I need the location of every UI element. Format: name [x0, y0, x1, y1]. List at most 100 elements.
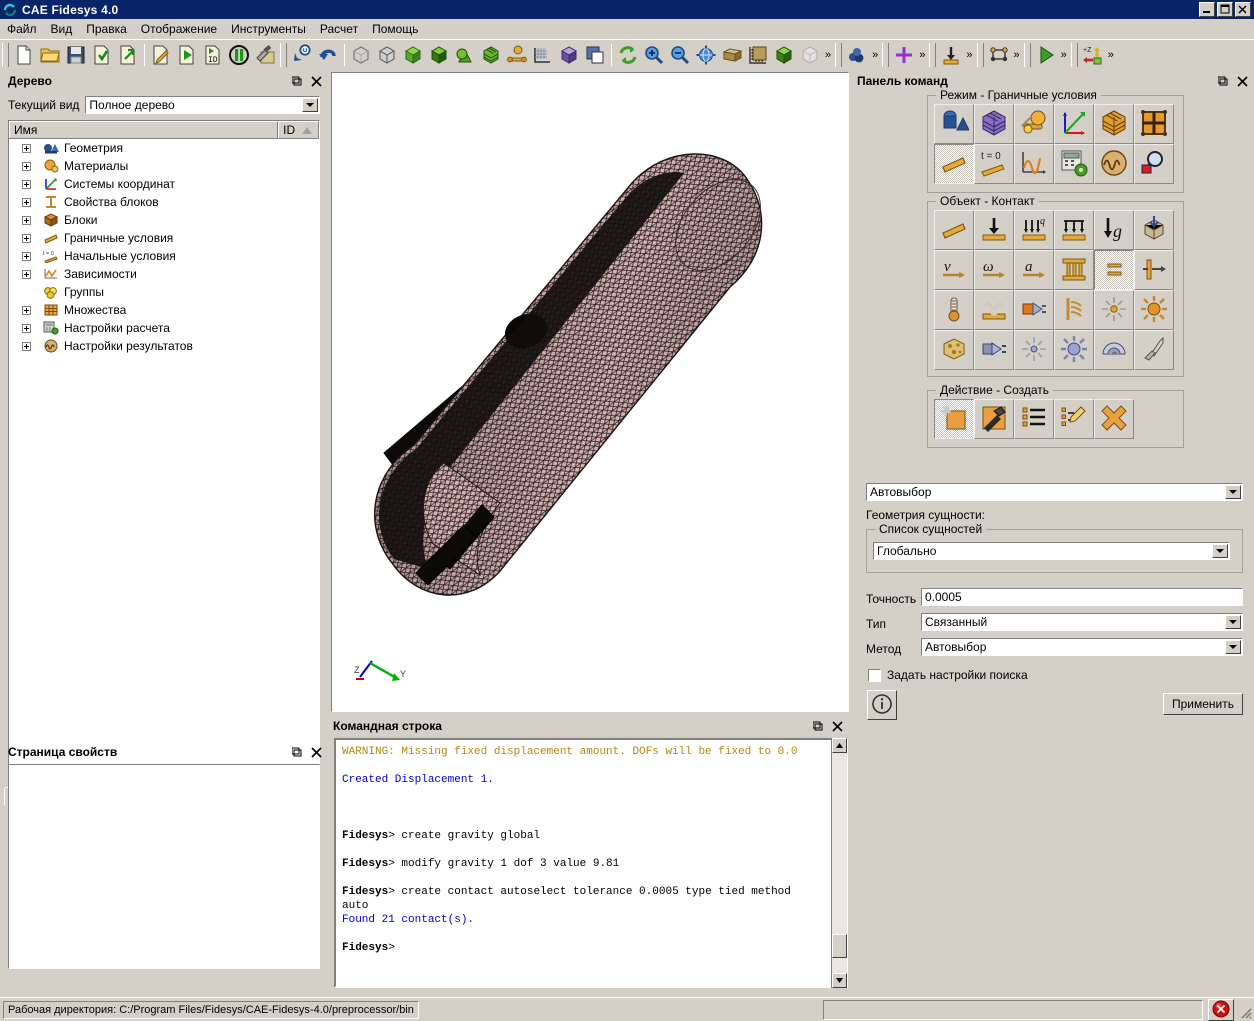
temperature-button[interactable]	[934, 290, 974, 330]
close-icon[interactable]	[311, 746, 322, 758]
toolbar-grip[interactable]	[882, 43, 890, 67]
velocity-v-button[interactable]: v	[934, 250, 974, 290]
composite-geometry-icon[interactable]	[504, 42, 530, 68]
mesh-mode-button[interactable]	[974, 104, 1014, 144]
boundary-conditions-mode-button[interactable]	[934, 144, 974, 184]
edit-journal-icon[interactable]	[148, 42, 174, 68]
list-button[interactable]	[1014, 399, 1054, 439]
menu-tools[interactable]: Инструменты	[224, 20, 313, 38]
mesh-cluster-icon[interactable]	[844, 42, 870, 68]
current-view-combo[interactable]: Полное дерево	[85, 96, 320, 114]
resize-grip[interactable]	[1238, 1005, 1252, 1019]
expand-icon[interactable]	[22, 215, 31, 225]
menu-calc[interactable]: Расчет	[313, 20, 365, 38]
tree-item-6[interactable]: Граничные условия	[9, 229, 319, 247]
close-icon[interactable]	[1237, 75, 1248, 87]
expand-icon[interactable]	[22, 323, 31, 333]
heat-flux-button[interactable]	[974, 290, 1014, 330]
expand-icon[interactable]	[22, 269, 31, 279]
zoom-in-icon[interactable]	[641, 42, 667, 68]
maximize-button[interactable]	[1217, 2, 1233, 17]
build-hammer-icon[interactable]	[252, 42, 278, 68]
method-combo[interactable]: Автовыбор	[921, 638, 1243, 656]
float-icon[interactable]	[1217, 76, 1229, 87]
convection-button[interactable]	[1014, 290, 1054, 330]
initial-conditions-mode-button[interactable]: t = 0	[974, 144, 1014, 184]
coordsys-mode-button[interactable]	[1054, 104, 1094, 144]
magnetic-flux-button[interactable]	[974, 330, 1014, 370]
menu-edit[interactable]: Правка	[79, 20, 134, 38]
distributed-load-q-button[interactable]: q	[1014, 210, 1054, 250]
undo-arrow-icon[interactable]	[315, 42, 341, 68]
chevron-down-icon[interactable]	[1225, 615, 1241, 629]
tree-item-9[interactable]: Группы	[9, 283, 319, 301]
expand-icon[interactable]	[22, 305, 31, 315]
sets-mode-button[interactable]	[1134, 104, 1174, 144]
electric-point-button[interactable]	[1094, 290, 1134, 330]
electric-charge-button[interactable]	[1134, 290, 1174, 330]
dependencies-mode-button[interactable]	[1014, 144, 1054, 184]
chevron-down-icon[interactable]	[1212, 544, 1228, 558]
magnetic-point-button[interactable]	[1014, 330, 1054, 370]
toolbar-overflow-icon[interactable]: »	[870, 49, 880, 61]
geometry-mode-button[interactable]	[934, 104, 974, 144]
expand-icon[interactable]	[22, 341, 31, 351]
blocks-mode-button[interactable]	[1094, 104, 1134, 144]
acoustic-button[interactable]	[1094, 330, 1134, 370]
overlay-windows-icon[interactable]	[582, 42, 608, 68]
smooth-shade-cube-icon[interactable]	[426, 42, 452, 68]
close-icon[interactable]	[832, 720, 843, 732]
menu-file[interactable]: Файл	[0, 20, 44, 38]
node-cross-icon[interactable]	[891, 42, 917, 68]
toolbar-overflow-icon[interactable]: »	[1012, 49, 1022, 61]
tree-list[interactable]: Имя ID Геометрия Материалы Системы координ…	[8, 120, 320, 782]
zoom-out-icon[interactable]	[667, 42, 693, 68]
tree-item-4[interactable]: Свойства блоков	[9, 193, 319, 211]
perspective-box-icon[interactable]	[719, 42, 745, 68]
status-input-field[interactable]	[823, 1000, 1203, 1020]
expand-icon[interactable]	[22, 251, 31, 261]
refresh-arrows-icon[interactable]	[615, 42, 641, 68]
menu-view[interactable]: Вид	[44, 20, 80, 38]
toolbar-overflow-icon[interactable]: »	[917, 49, 927, 61]
toolbar-grip[interactable]	[1023, 43, 1031, 67]
tree-col-name[interactable]: Имя	[9, 121, 279, 138]
chevron-down-icon[interactable]	[302, 98, 318, 112]
tree-item-5[interactable]: Блоки	[9, 211, 319, 229]
menu-display[interactable]: Отображение	[134, 20, 224, 38]
entity-list-combo[interactable]: Глобально	[873, 542, 1230, 560]
bearing-load-button[interactable]	[1054, 250, 1094, 290]
toolbar-overflow-icon[interactable]: »	[1106, 49, 1116, 61]
result-settings-mode-button[interactable]	[1094, 144, 1134, 184]
porous-button[interactable]	[934, 330, 974, 370]
expand-icon[interactable]	[22, 143, 31, 153]
ghost-cube-icon[interactable]	[797, 42, 823, 68]
calc-settings-mode-button[interactable]	[1054, 144, 1094, 184]
displacement-button[interactable]	[934, 210, 974, 250]
modify-hammer-button[interactable]	[974, 399, 1014, 439]
scroll-up-button[interactable]	[832, 738, 847, 753]
geometry-primitives-icon[interactable]	[452, 42, 478, 68]
expand-icon[interactable]	[22, 197, 31, 207]
float-icon[interactable]	[291, 747, 303, 758]
tree-item-8[interactable]: Зависимости	[9, 265, 319, 283]
new-file-icon[interactable]	[11, 42, 37, 68]
pause-icon[interactable]	[226, 42, 252, 68]
ruler-icon[interactable]	[745, 42, 771, 68]
tree-item-3[interactable]: Системы координат	[9, 175, 319, 193]
toolbar-overflow-icon[interactable]: »	[1059, 49, 1069, 61]
tolerance-field[interactable]: 0.0005	[921, 588, 1243, 606]
delete-x-button[interactable]	[1094, 399, 1134, 439]
inspect-mode-button[interactable]	[1134, 144, 1174, 184]
export-file-icon[interactable]	[115, 42, 141, 68]
scrollbar-thumb[interactable]	[832, 934, 847, 958]
shaded-cube-icon[interactable]	[400, 42, 426, 68]
mesh-cube-icon[interactable]	[478, 42, 504, 68]
save-floppy-icon[interactable]	[63, 42, 89, 68]
command-console[interactable]: WARNING: Missing fixed displacement amou…	[334, 738, 848, 988]
toolbar-overflow-icon[interactable]: »	[964, 49, 974, 61]
import-file-icon[interactable]	[89, 42, 115, 68]
acceleration-a-button[interactable]: a	[1014, 250, 1054, 290]
apply-button[interactable]: Применить	[1163, 693, 1243, 715]
create-new-button[interactable]	[934, 399, 974, 439]
